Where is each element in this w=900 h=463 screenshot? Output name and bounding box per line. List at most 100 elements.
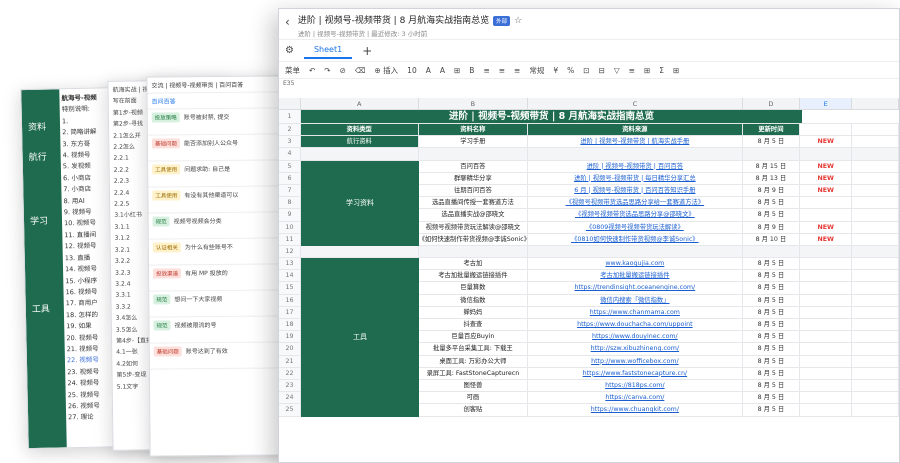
cell-date[interactable]: 8 月 5 日 — [743, 319, 801, 331]
cell-source-link[interactable]: http://www.wofficebox.com/ — [528, 355, 743, 367]
new-badge[interactable] — [800, 392, 853, 404]
toolbar-button[interactable]: ⊞ — [673, 66, 679, 75]
cell-name[interactable]: 微信指数 — [419, 294, 529, 306]
cell-source-link[interactable]: https://www.douchacha.com/uppoint — [528, 319, 743, 331]
qa-row[interactable]: 投放策略 账号被封禁, 提交 — [147, 108, 286, 136]
blank-cell[interactable] — [852, 148, 899, 160]
cell-name[interactable]: 《如何快速制作带货视频@李诚Sonic》 — [419, 233, 529, 245]
toolbar-button[interactable]: B — [469, 66, 474, 75]
col-header-b[interactable]: B — [419, 98, 529, 109]
cell-name[interactable]: 创客贴 — [419, 404, 529, 416]
new-badge[interactable]: NEW — [800, 221, 853, 233]
qa-row[interactable]: 基础问题 账号达到了有效 — [149, 342, 288, 370]
empty-cell[interactable] — [852, 172, 899, 184]
header-updated[interactable]: 更新时间 — [742, 124, 801, 136]
row-number[interactable]: 17 — [279, 306, 301, 318]
toolbar-button[interactable]: 10 — [407, 66, 417, 75]
merged-type-cell[interactable]: 学习资料 — [301, 160, 419, 246]
blank-cell[interactable] — [742, 245, 801, 258]
new-badge[interactable]: NEW — [800, 233, 853, 245]
empty-cell[interactable] — [852, 160, 899, 172]
cell-date[interactable]: 8 月 5 日 — [743, 136, 801, 148]
cell-name[interactable]: 群聊精华分享 — [419, 172, 529, 184]
row-number[interactable]: 12 — [279, 245, 301, 258]
qa-row[interactable]: 工具使用 问题求助: 自己是 — [148, 160, 287, 188]
cell-type[interactable]: 航行资料 — [300, 136, 419, 148]
cell-date[interactable]: 8 月 9 日 — [743, 221, 801, 233]
qa-row[interactable]: 规范 视频被限流的号 — [149, 316, 288, 344]
new-badge[interactable]: NEW — [800, 172, 853, 184]
new-badge[interactable]: NEW — [800, 160, 853, 172]
blank-cell[interactable] — [418, 148, 529, 160]
toolbar-button[interactable]: A — [440, 66, 445, 75]
cell-source-link[interactable]: 《0810如何快速制作带货视频@李诚Sonic》 — [528, 233, 743, 245]
new-badge[interactable] — [800, 331, 853, 343]
qa-row[interactable]: 工具使用 有没有其他渠道可以 — [148, 186, 287, 214]
col-header-e[interactable]: E — [800, 98, 853, 109]
cell-date[interactable]: 8 月 5 日 — [743, 404, 801, 416]
row-number[interactable]: 15 — [279, 282, 301, 294]
cell-date[interactable]: 8 月 5 日 — [743, 197, 801, 209]
cell-date[interactable]: 8 月 5 日 — [743, 367, 801, 379]
cell-source-link[interactable]: 考古加批量搬运链接插件 — [528, 270, 743, 282]
row-number[interactable]: 20 — [279, 343, 301, 355]
empty-cell[interactable] — [852, 343, 899, 355]
row-number[interactable]: 5 — [279, 160, 301, 172]
cell-name[interactable]: 视频号视频带货玩法解读@邵晓文 — [419, 221, 529, 233]
row-number[interactable]: 3 — [279, 136, 301, 148]
cell-name[interactable]: 桌面工具: 万彩办公大师 — [419, 355, 529, 367]
toolbar-button[interactable]: ⊘ — [340, 66, 346, 75]
cell-date[interactable]: 8 月 5 日 — [743, 306, 801, 318]
cell-date[interactable]: 8 月 13 日 — [743, 172, 801, 184]
sheet-grid[interactable]: A B C D E 1 进阶 | 视频号-视频带货 | 8 月航海实战指南总览 … — [279, 98, 899, 462]
cell-date[interactable]: 8 月 9 日 — [743, 184, 801, 197]
empty-cell[interactable] — [852, 270, 899, 282]
empty-cell[interactable] — [852, 282, 899, 294]
cell-date[interactable]: 8 月 10 日 — [743, 233, 801, 245]
cell-source-link[interactable]: 进阶 | 视频号-视频带货 | 每日精华分享汇总 — [528, 172, 743, 184]
col-header-d[interactable]: D — [743, 98, 801, 109]
cell-date[interactable]: 8 月 5 日 — [743, 209, 801, 221]
empty-cell[interactable] — [852, 306, 899, 318]
col-header-c[interactable]: C — [528, 98, 743, 109]
cell-name[interactable]: 抖查查 — [419, 319, 529, 331]
row-number[interactable]: 11 — [279, 233, 301, 245]
blank-cell[interactable] — [418, 245, 529, 258]
empty-cell[interactable] — [852, 392, 899, 404]
new-badge[interactable]: NEW — [800, 184, 853, 197]
toolbar-button[interactable]: ⊡ — [583, 66, 589, 75]
cell-date[interactable]: 8 月 5 日 — [743, 270, 801, 282]
new-badge[interactable] — [800, 270, 853, 282]
qa-row[interactable]: 规范 视频号视频会分类 — [148, 212, 287, 240]
empty-cell[interactable] — [852, 331, 899, 343]
cell-source-link[interactable]: https://canva.com/ — [528, 392, 743, 404]
cell-date[interactable]: 8 月 5 日 — [743, 355, 801, 367]
add-sheet-icon[interactable]: + — [362, 44, 372, 58]
row-number[interactable]: 19 — [279, 331, 301, 343]
empty-cell[interactable] — [852, 319, 899, 331]
header-type[interactable]: 资料类型 — [300, 124, 419, 136]
empty-cell[interactable] — [852, 221, 899, 233]
row-number[interactable]: 7 — [279, 184, 301, 197]
blank-cell[interactable] — [742, 148, 801, 160]
row-number[interactable]: 10 — [279, 221, 301, 233]
row-number[interactable]: 18 — [279, 319, 301, 331]
empty-cell[interactable] — [852, 294, 899, 306]
empty-cell[interactable] — [852, 136, 899, 148]
new-badge[interactable] — [800, 197, 853, 209]
row-number[interactable]: 13 — [279, 258, 301, 270]
row-number[interactable]: 8 — [279, 197, 301, 209]
cell-date[interactable]: 8 月 5 日 — [743, 294, 801, 306]
cell-date[interactable]: 8 月 5 日 — [743, 282, 801, 294]
empty-cell[interactable] — [852, 209, 899, 221]
cell-name[interactable]: 考古加 — [419, 258, 529, 270]
new-badge[interactable] — [800, 306, 853, 318]
qa-row[interactable]: 基础问题 能否添加别人公众号 — [147, 134, 287, 162]
qa-row[interactable]: 认证相关 为什么有些账号不 — [148, 238, 287, 266]
new-badge[interactable] — [800, 258, 853, 270]
cell-source-link[interactable]: http://szw.xibuzhineng.com/ — [528, 343, 743, 355]
empty-cell[interactable] — [852, 258, 899, 270]
cell-date[interactable]: 8 月 5 日 — [743, 379, 801, 392]
cell-name[interactable]: 往期百问百答 — [419, 184, 529, 197]
toolbar-button[interactable]: ⊕ 插入 — [375, 65, 399, 76]
